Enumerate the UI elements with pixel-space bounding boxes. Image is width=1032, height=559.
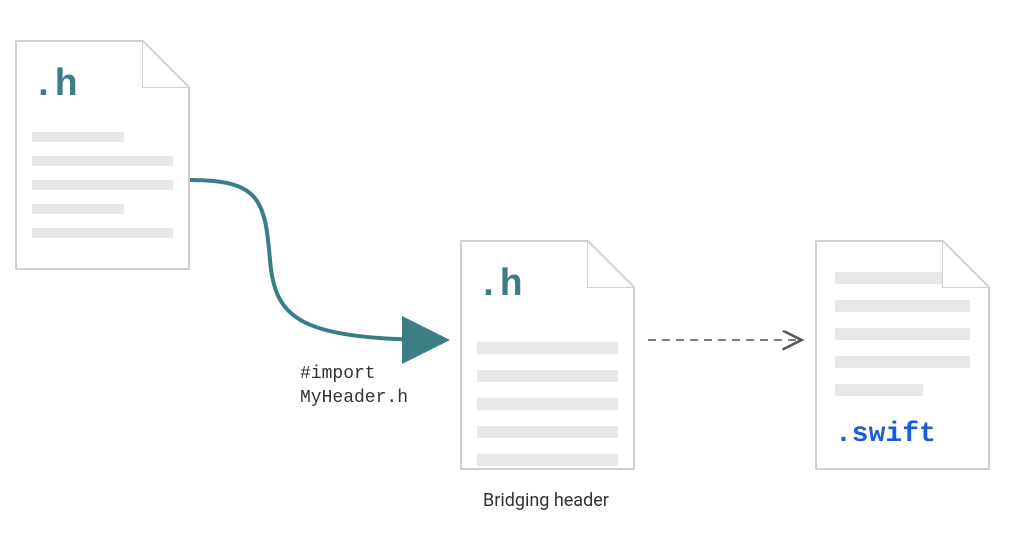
file-content-placeholder bbox=[477, 342, 618, 466]
bridging-header-caption: Bridging header bbox=[483, 490, 609, 511]
file-extension-label: .h bbox=[477, 264, 523, 307]
folded-corner-icon bbox=[142, 40, 190, 88]
file-extension-label: .swift bbox=[835, 419, 936, 450]
file-extension-label: .h bbox=[32, 64, 78, 107]
file-swift: .swift bbox=[815, 240, 990, 470]
file-content-placeholder bbox=[32, 132, 173, 238]
file-bridging-header: .h bbox=[460, 240, 635, 470]
file-content-placeholder bbox=[835, 272, 970, 396]
file-header: .h bbox=[15, 40, 190, 270]
import-statement-label: #import MyHeader.h bbox=[300, 362, 408, 411]
folded-corner-icon bbox=[587, 240, 635, 288]
